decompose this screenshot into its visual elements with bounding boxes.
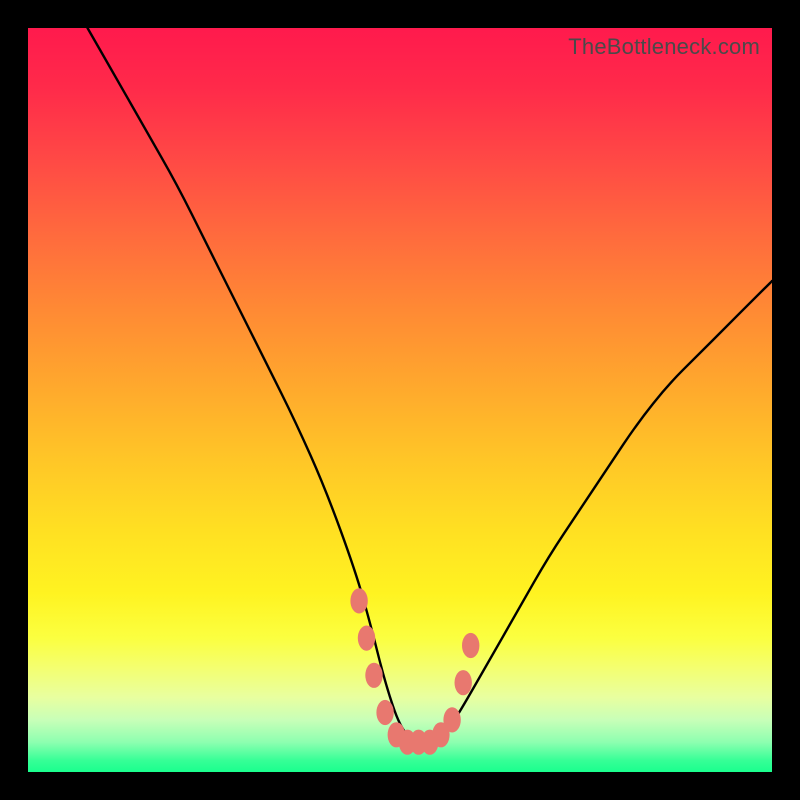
curve-markers [350,588,479,755]
chart-plot-area: TheBottleneck.com [28,28,772,772]
curve-marker [455,670,472,695]
curve-marker [358,626,375,651]
bottleneck-curve-svg [28,28,772,772]
chart-frame: TheBottleneck.com [0,0,800,800]
curve-marker [376,700,393,725]
curve-marker [350,588,367,613]
curve-marker [462,633,479,658]
bottleneck-curve-line [88,28,773,742]
curve-marker [443,707,460,732]
watermark-text: TheBottleneck.com [568,34,760,60]
curve-marker [365,663,382,688]
